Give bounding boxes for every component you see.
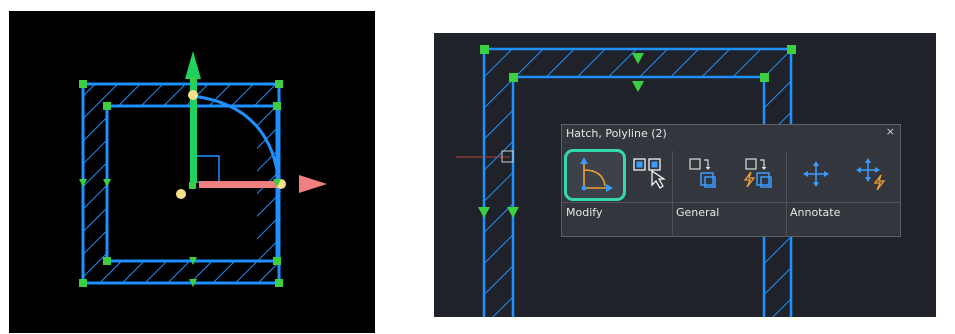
palette-divider — [562, 202, 900, 203]
move-button[interactable] — [794, 151, 842, 201]
hatched-frame-drawing — [79, 51, 327, 287]
arc-start-grip[interactable] — [188, 90, 198, 100]
close-icon[interactable]: × — [886, 125, 895, 138]
copy-button[interactable] — [682, 151, 730, 201]
select-similar-button[interactable] — [630, 151, 678, 201]
move-lightning-button[interactable] — [848, 151, 896, 201]
copy-with-base-button[interactable] — [736, 151, 784, 201]
group-label-modify: Modify — [566, 206, 603, 219]
left-drawing-canvas[interactable] — [9, 11, 375, 333]
x-axis-arrow-icon[interactable] — [299, 175, 327, 193]
select-cursor-icon — [633, 158, 666, 189]
quick-properties-palette[interactable]: Hatch, Polyline (2) × Modify General Ann… — [561, 124, 901, 237]
move-arrows-icon — [803, 161, 829, 187]
group-divider — [672, 151, 673, 237]
origin-square-grip[interactable] — [189, 182, 196, 189]
modify-tool-button[interactable] — [564, 149, 626, 201]
x-axis-handle[interactable] — [199, 181, 281, 188]
copy-lightning-icon — [743, 158, 772, 188]
y-axis-arrow-icon[interactable] — [185, 51, 201, 79]
group-label-general: General — [676, 206, 720, 219]
origin-grip[interactable] — [176, 189, 186, 199]
group-label-annotate: Annotate — [790, 206, 841, 219]
group-divider — [786, 151, 787, 237]
palette-title: Hatch, Polyline (2) — [566, 127, 667, 140]
arc-radius-edit-icon — [580, 157, 613, 192]
right-screenshot: Hatch, Polyline (2) × Modify General Ann… — [406, 11, 955, 334]
move-lightning-icon — [856, 158, 886, 191]
copy-icon — [689, 158, 716, 188]
right-drawing-canvas[interactable]: Hatch, Polyline (2) × Modify General Ann… — [434, 33, 936, 317]
